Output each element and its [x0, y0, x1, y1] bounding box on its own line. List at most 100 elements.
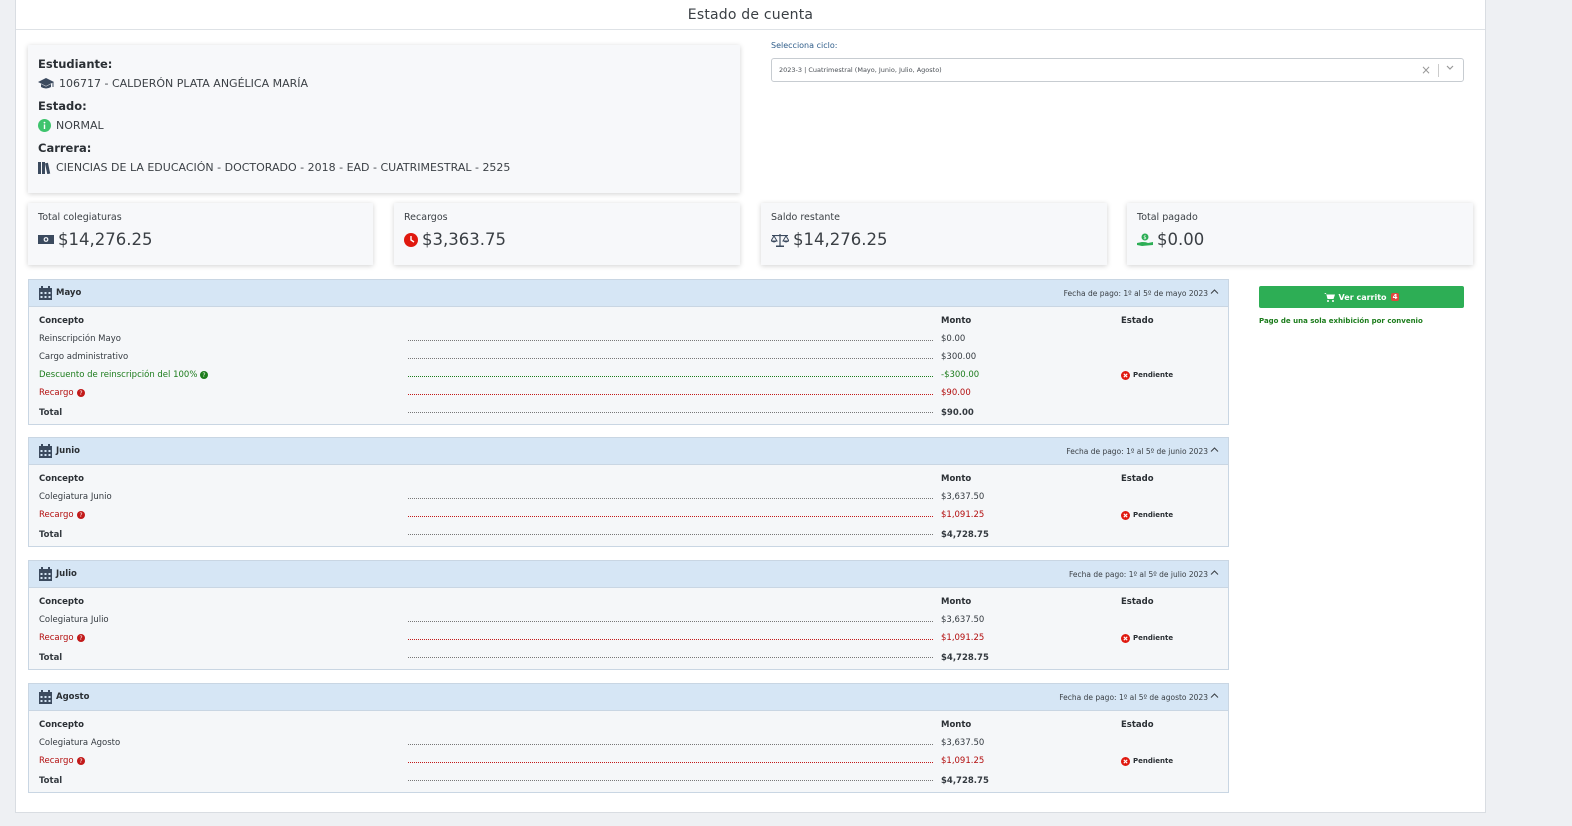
- table-row: Descuento de reinscripción del 100%? -$30…: [39, 366, 1218, 384]
- total-label: Total: [39, 408, 63, 418]
- monto-cell: $3,637.50: [941, 615, 985, 625]
- total-value: $4,728.75: [941, 530, 989, 540]
- payment-date: Fecha de pago: 1º al 5º de junio 2023: [1066, 446, 1208, 456]
- concepto-cell: Recargo?: [39, 388, 399, 398]
- concepto-text: Colegiatura Julio: [39, 615, 109, 625]
- select-separator: [1438, 64, 1439, 77]
- estado-label: Estado:: [38, 99, 87, 113]
- payment-date: Fecha de pago: 1º al 5º de agosto 2023: [1059, 692, 1208, 702]
- ciclo-select[interactable]: 2023-3 | Cuatrimestral (Mayo, Junio, Jul…: [771, 58, 1464, 82]
- monto-cell: -$300.00: [941, 370, 980, 380]
- ver-carrito-button[interactable]: Ver carrito 4: [1259, 286, 1464, 308]
- header-estado: Estado: [1121, 720, 1154, 730]
- table-row: Reinscripción Mayo $0.00: [39, 330, 1218, 348]
- stat-title: Saldo restante: [771, 212, 840, 223]
- svg-text:?: ?: [79, 512, 82, 519]
- concepto-text: Colegiatura Junio: [39, 492, 112, 502]
- stat-card-total-pagado: Total pagado $ $0.00: [1127, 203, 1473, 265]
- table-row: Colegiatura Junio $3,637.50: [39, 488, 1218, 506]
- month-header[interactable]: Julio Fecha de pago: 1º al 5º de julio 20…: [29, 561, 1228, 588]
- stat-value: $0.00: [1157, 230, 1205, 249]
- concepto-cell: Descuento de reinscripción del 100%?: [39, 370, 399, 380]
- month-name: Mayo: [56, 288, 82, 298]
- month-section-agosto: Agosto Fecha de pago: 1º al 5º de agosto …: [28, 683, 1229, 793]
- header-concepto: Concepto: [39, 316, 84, 326]
- dotted-leader: [408, 534, 933, 535]
- dotted-leader: [408, 516, 933, 517]
- concepto-text: Colegiatura Agosto: [39, 738, 121, 748]
- svg-text:?: ?: [79, 635, 82, 642]
- convenio-note: Pago de una sola exhibición por convenio: [1259, 317, 1423, 325]
- payment-date: Fecha de pago: 1º al 5º de julio 2023: [1068, 569, 1208, 579]
- table-row: Recargo? $1,091.25 Pendiente: [39, 752, 1218, 770]
- status-badge: Pendiente: [1121, 633, 1174, 643]
- total-row: Total $4,728.75: [39, 524, 1218, 546]
- dotted-leader: [408, 394, 933, 395]
- chevron-up-icon[interactable]: [1210, 569, 1219, 579]
- x-circle-icon: [1121, 756, 1130, 766]
- carrera-row: CIENCIAS DE LA EDUCACIÓN - DOCTORADO - 2…: [38, 161, 730, 174]
- dotted-leader: [408, 780, 933, 781]
- total-row: Total $4,728.75: [39, 770, 1218, 792]
- calendar-icon: [39, 286, 52, 300]
- status-text: Pendiente: [1133, 634, 1174, 642]
- estudiante-value: 106717 - CALDERÓN PLATA ANGÉLICA MARÍA: [59, 77, 309, 90]
- concepto-cell: Recargo?: [39, 510, 399, 520]
- concepto-cell: Cargo administrativo: [39, 352, 399, 362]
- concepto-text: Recargo: [39, 633, 74, 643]
- table-header-row: Concepto Monto Estado: [39, 716, 1218, 734]
- concepto-cell: Reinscripción Mayo: [39, 334, 399, 344]
- concepto-cell: Recargo?: [39, 633, 399, 643]
- stat-value: $3,363.75: [422, 230, 506, 249]
- table-row: Cargo administrativo $300.00: [39, 348, 1218, 366]
- main-frame: Estado de cuenta Estudiante: 106717 - CA…: [15, 0, 1486, 813]
- chevron-up-icon[interactable]: [1210, 288, 1219, 298]
- month-header[interactable]: Mayo Fecha de pago: 1º al 5º de mayo 2023: [29, 280, 1228, 307]
- svg-text:?: ?: [79, 390, 82, 397]
- total-value: $90.00: [941, 408, 974, 418]
- dotted-leader: [408, 498, 933, 499]
- concepto-cell: Colegiatura Junio: [39, 492, 399, 502]
- total-value: $4,728.75: [941, 776, 989, 786]
- page-title: Estado de cuenta: [16, 0, 1485, 30]
- monto-cell: $90.00: [941, 388, 971, 398]
- month-header[interactable]: Agosto Fecha de pago: 1º al 5º de agosto …: [29, 684, 1228, 711]
- header-concepto: Concepto: [39, 474, 84, 484]
- month-section-julio: Julio Fecha de pago: 1º al 5º de julio 20…: [28, 560, 1229, 670]
- monto-cell: $300.00: [941, 352, 977, 362]
- help-icon[interactable]: ?: [76, 389, 85, 397]
- stat-title: Total pagado: [1137, 212, 1198, 223]
- help-icon[interactable]: ?: [76, 634, 85, 642]
- x-circle-icon: [1121, 510, 1130, 520]
- dotted-leader: [408, 340, 933, 341]
- chevron-up-icon[interactable]: [1210, 446, 1219, 456]
- clear-icon[interactable]: ×: [1421, 63, 1431, 77]
- concept-table: Concepto Monto Estado Colegiatura Agosto $3,…: [29, 711, 1228, 792]
- estado-value: NORMAL: [56, 119, 104, 132]
- svg-text:?: ?: [79, 758, 82, 765]
- month-header[interactable]: Junio Fecha de pago: 1º al 5º de junio 20…: [29, 438, 1228, 465]
- dotted-leader: [408, 412, 933, 413]
- stat-value-row: $14,276.25: [38, 230, 363, 249]
- dotted-leader: [408, 657, 933, 658]
- help-icon[interactable]: ?: [76, 757, 85, 765]
- chevron-up-icon[interactable]: [1210, 692, 1219, 702]
- table-row: Colegiatura Julio $3,637.50: [39, 611, 1218, 629]
- stat-value-row: $3,363.75: [404, 230, 730, 249]
- table-header-row: Concepto Monto Estado: [39, 593, 1218, 611]
- concepto-text: Cargo administrativo: [39, 352, 129, 362]
- x-circle-icon: [1121, 633, 1130, 643]
- header-monto: Monto: [941, 316, 972, 326]
- chevron-down-icon[interactable]: [1445, 62, 1455, 75]
- help-icon[interactable]: ?: [76, 511, 85, 519]
- table-row: Recargo? $1,091.25 Pendiente: [39, 629, 1218, 647]
- monto-cell: $3,637.50: [941, 738, 985, 748]
- dotted-leader: [408, 744, 933, 745]
- concepto-text: Reinscripción Mayo: [39, 334, 121, 344]
- table-header-row: Concepto Monto Estado: [39, 470, 1218, 488]
- dotted-leader: [408, 762, 933, 763]
- table-header-row: Concepto Monto Estado: [39, 312, 1218, 330]
- svg-text:?: ?: [203, 372, 206, 379]
- concepto-text: Recargo: [39, 756, 74, 766]
- help-icon[interactable]: ?: [200, 371, 209, 379]
